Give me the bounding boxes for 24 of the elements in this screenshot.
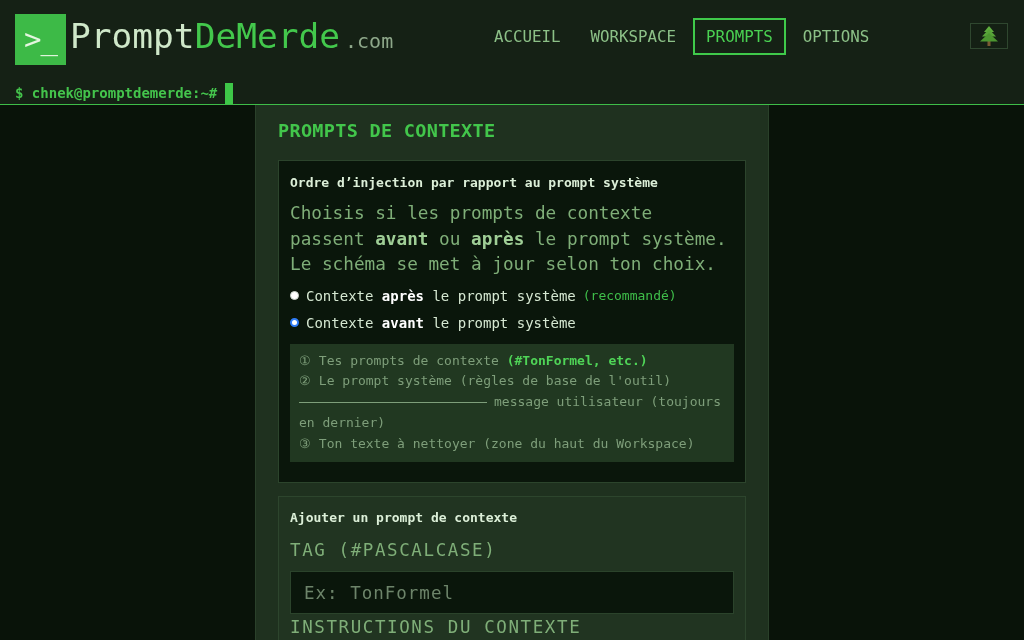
schema-step: ② Le prompt système (règles de base de l'outil) (299, 371, 725, 393)
field-label: TAG (#PASCALCASE) (290, 539, 498, 563)
terminal-prompt: $ chnek@promptdemerde:~# (15, 85, 218, 101)
radio-button[interactable] (290, 318, 299, 327)
tree-button[interactable] (970, 23, 1008, 49)
card-heading: Ordre d’injection par rapport au prompt système (290, 174, 659, 192)
card-heading: Ajouter un prompt de contexte (290, 509, 518, 528)
nav-link[interactable]: WORKSPACE (577, 18, 690, 55)
nav-link[interactable]: ACCUEIL (480, 18, 574, 55)
nav-link[interactable]: OPTIONS (789, 18, 883, 55)
description-text: Choisis si les prompts de contexte passent avant ou après le prompt système. Le schéma se met à jour selon ton choix. (290, 202, 728, 276)
section-title: PROMPTS DE CONTEXTE (278, 119, 497, 143)
site-name: PromptDeMerde.com (70, 15, 394, 58)
schema-step: ① Tes prompts de contexte (#TonFormel, etc.) (299, 350, 725, 372)
tree-icon (980, 26, 998, 46)
radio-label[interactable]: Contexte avant le prompt système (306, 314, 576, 331)
radio-label[interactable]: Contexte après le prompt système (306, 287, 576, 304)
field-label: INSTRUCTIONS DU CONTEXTE (290, 617, 583, 638)
recommended-note: (recommandé) (582, 288, 677, 303)
logo-mark: >_ (15, 13, 66, 65)
nav-link[interactable]: PROMPTS (693, 18, 786, 55)
tag-input[interactable]: Ex: TonFormel (290, 571, 734, 615)
schema-separator: message utilisateur (toujours en dernier) (299, 393, 722, 432)
schema-step: ③ Ton texte à nettoyer (zone du haut du Workspace) (299, 433, 725, 455)
